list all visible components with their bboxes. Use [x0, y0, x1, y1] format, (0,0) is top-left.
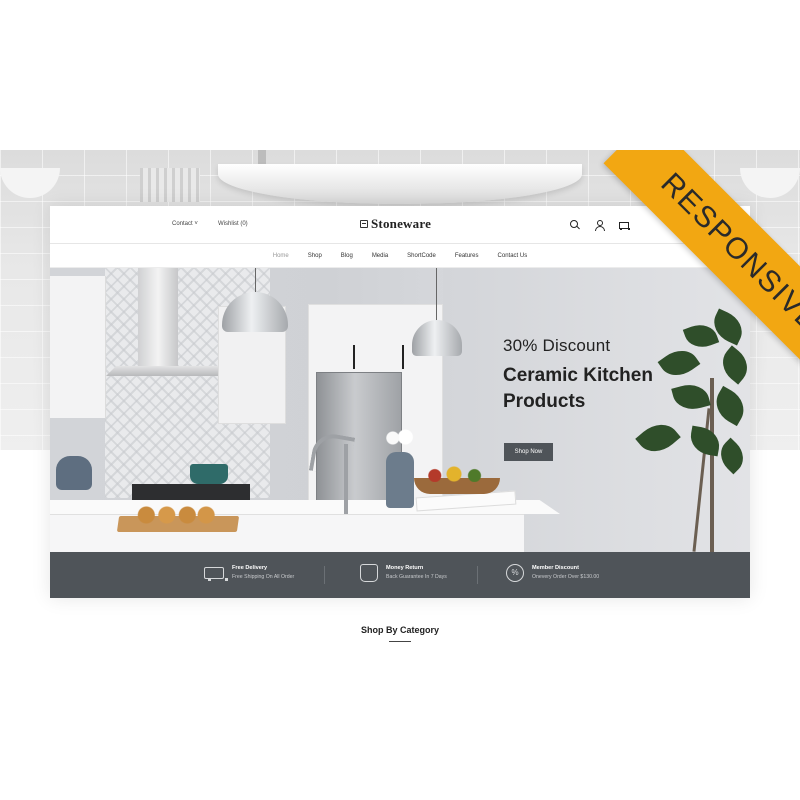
nav-item-features[interactable]: Features: [455, 253, 479, 259]
nav-item-contact-us[interactable]: Contact Us: [498, 253, 528, 259]
feature-text: Member Discount Onevery Order Over $130.…: [532, 564, 599, 580]
background-radiator: [140, 168, 200, 202]
feature-title: Member Discount: [532, 565, 579, 571]
feature-subtitle: Onevery Order Over $130.00: [532, 574, 600, 580]
nav-item-shortcode[interactable]: ShortCode: [407, 253, 436, 259]
brand-logo[interactable]: Stoneware: [360, 216, 431, 232]
feature-divider: [324, 566, 325, 584]
wishlist-link[interactable]: Wishlist (0): [218, 221, 248, 227]
feature-subtitle: Back Guarantee In 7 Days: [386, 574, 447, 580]
hero-range-hood-base: [106, 366, 232, 376]
feature-title: Free Delivery: [232, 565, 268, 571]
hero-stove: [132, 484, 250, 502]
ribbon-label: RESPONSIVE: [603, 150, 800, 390]
section-title: Shop By Category: [360, 625, 439, 635]
feature-divider: [477, 566, 478, 584]
nav-item-home[interactable]: Home: [273, 253, 289, 259]
hero-pot: [190, 464, 228, 484]
hero-vase-left: [56, 456, 92, 490]
hero-vase: [386, 452, 414, 508]
section-underline: [389, 641, 411, 642]
truck-icon: [204, 567, 228, 581]
hero-lamp-cord: [255, 268, 256, 294]
page: Contact ˅ Wishlist (0) Stoneware Home Sh…: [0, 0, 800, 800]
hero-fruit: [422, 466, 486, 482]
feature-text: Free Delivery Free Shipping On All Order: [232, 564, 294, 580]
hero-croissants: [134, 506, 216, 524]
feature-subtitle: Free Shipping On All Order: [232, 574, 295, 580]
logo-icon: [360, 220, 368, 228]
hero-lamp-cord: [436, 268, 437, 322]
percent-icon: [506, 564, 524, 582]
nav-item-media[interactable]: Media: [372, 253, 388, 259]
brand-name: Stoneware: [371, 216, 432, 231]
feature-money-return: Money Return Back Guarantee In 7 Days: [360, 564, 447, 582]
feature-title: Money Return: [386, 565, 424, 571]
hero-flowers: [382, 428, 418, 448]
responsive-ribbon: RESPONSIVE: [560, 150, 800, 390]
hero-faucet-stem: [344, 444, 348, 514]
hero-cabinet-left: [50, 276, 106, 418]
contact-dropdown[interactable]: Contact ˅: [172, 221, 198, 227]
nav-item-blog[interactable]: Blog: [341, 253, 353, 259]
money-bag-icon: [360, 564, 378, 582]
feature-text: Money Return Back Guarantee In 7 Days: [386, 564, 447, 580]
shop-now-button[interactable]: Shop Now: [504, 443, 553, 461]
hero-range-hood: [138, 268, 178, 368]
features-strip: Free Delivery Free Shipping On All Order…: [50, 552, 750, 598]
feature-free-delivery: Free Delivery Free Shipping On All Order: [204, 564, 294, 581]
feature-member-discount: Member Discount Onevery Order Over $130.…: [506, 564, 599, 582]
nav-item-shop[interactable]: Shop: [308, 253, 322, 259]
